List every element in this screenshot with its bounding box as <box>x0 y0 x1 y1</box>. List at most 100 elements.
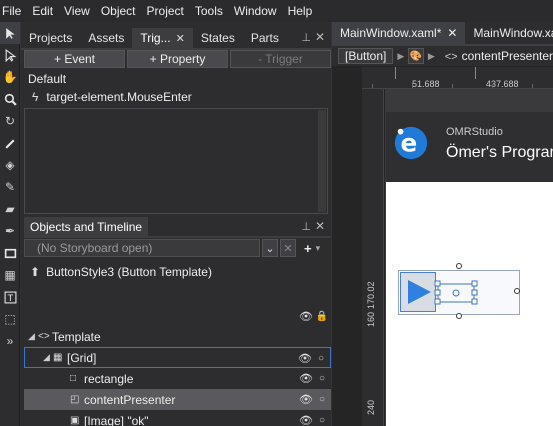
trigger-list: Default ϟ target-element.MouseEnter <box>24 70 331 105</box>
brush-icon[interactable]: ▰ <box>0 198 20 220</box>
more-icon[interactable]: » <box>0 330 20 352</box>
gradient-icon[interactable]: ✎ <box>0 176 20 198</box>
design-surface-window[interactable]: e OMRStudio Ömer's Program <box>386 112 553 426</box>
breadcrumb-button[interactable]: [Button] <box>338 48 394 64</box>
tree-row-label: contentPresenter <box>84 392 176 407</box>
close-icon[interactable]: ✕ <box>315 219 325 233</box>
pan-icon[interactable]: ✋ <box>0 66 20 88</box>
tab-parts[interactable]: Parts <box>243 28 287 48</box>
left-panel: Projects Assets Trig... ✕ States Parts ⊥ … <box>21 22 331 426</box>
tab-projects[interactable]: Projects <box>21 28 80 48</box>
menu-edit[interactable]: Edit <box>28 4 60 18</box>
style-brush-icon[interactable]: 🎨 <box>408 48 424 64</box>
lock-toggle-icon[interactable]: ○ <box>313 373 331 384</box>
trigger-item[interactable]: ϟ target-element.MouseEnter <box>24 88 331 106</box>
content-presenter-selection[interactable] <box>434 280 478 306</box>
trigger-detail-pane <box>24 108 328 214</box>
scope-up-icon[interactable]: ⬆ <box>30 265 40 279</box>
storyboard-row: (No Storyboard open) ⌄ ✕ + ▾ <box>24 238 331 258</box>
tree-row-contentpresenter[interactable]: ◰ contentPresenter 👁 ○ <box>24 389 331 410</box>
text-icon[interactable]: T <box>0 286 20 308</box>
ruler-label: 160 <box>366 311 376 327</box>
vertical-ruler: 170.02 160 240 <box>362 89 384 426</box>
tab-mainwindow-xaml[interactable]: MainWindow.xaml* ✕ <box>332 22 466 44</box>
storyboard-select[interactable]: (No Storyboard open) <box>24 239 260 257</box>
pin-icon[interactable]: ⊥ <box>301 31 311 44</box>
expand-arrow-icon[interactable]: ◢ <box>43 352 53 363</box>
eye-icon[interactable]: 👁 <box>299 310 313 323</box>
close-icon[interactable]: ✕ <box>315 30 325 44</box>
tab-mainwindow-xaml-cs[interactable]: MainWindow.xam <box>465 22 553 44</box>
lock-toggle-icon[interactable]: ○ <box>313 394 331 405</box>
rectangle-icon: □ <box>70 373 77 384</box>
template-scope-row[interactable]: ⬆ ButtonStyle3 (Button Template) <box>24 262 331 282</box>
eye-icon[interactable]: 👁 <box>299 414 313 426</box>
menu-tools[interactable]: Tools <box>191 4 230 18</box>
template-scope-icons: 👁 🔒 <box>24 306 331 326</box>
trigger-default-label[interactable]: Default <box>24 70 331 88</box>
tab-triggers[interactable]: Trig... ✕ <box>132 28 193 48</box>
code-icon: <> <box>444 51 458 63</box>
menu-window[interactable]: Window <box>230 4 284 18</box>
tree-row-rectangle[interactable]: □ rectangle 👁 ○ <box>24 368 331 389</box>
selection-icon[interactable] <box>0 22 20 44</box>
menu-project[interactable]: Project <box>143 4 191 18</box>
resize-handle-right[interactable] <box>514 288 520 294</box>
assets-icon[interactable]: ⬚ <box>0 308 20 330</box>
lightning-icon: ϟ <box>32 90 39 104</box>
close-storyboard-icon[interactable]: ✕ <box>280 239 296 257</box>
close-icon[interactable]: ✕ <box>176 32 185 45</box>
paint-bucket-icon[interactable]: ◈ <box>0 154 20 176</box>
trigger-item-label: target-element.MouseEnter <box>46 90 192 104</box>
content-presenter-icon: ◰ <box>70 394 80 405</box>
menu-view[interactable]: View <box>60 4 97 18</box>
pin-icon[interactable]: ⊥ <box>301 220 311 233</box>
ruler-label: 240 <box>366 399 376 415</box>
ruler-label: 51.688 <box>412 79 440 89</box>
chevron-right-icon: ▶ <box>397 50 405 61</box>
tree-row-image[interactable]: ▣ [Image] "ok" 👁 ○ <box>24 410 331 426</box>
direct-selection-icon[interactable] <box>0 44 20 66</box>
close-icon[interactable]: ✕ <box>447 26 457 40</box>
breadcrumb: [Button] ▶ 🎨 ▶ <> contentPresenter <box>332 46 553 66</box>
expand-arrow-icon[interactable]: ◢ <box>28 331 38 342</box>
chevron-down-icon[interactable]: ⌄ <box>262 239 278 257</box>
document-area: MainWindow.xaml*✕ MainWindow.xam [Button… <box>332 22 553 426</box>
menu-help[interactable]: Help <box>284 4 320 18</box>
tree-row-grid[interactable]: ◢ ▦ [Grid] 👁 ○ <box>24 347 331 368</box>
eye-icon[interactable]: 👁 <box>298 352 312 365</box>
lock-toggle-icon[interactable]: ○ <box>312 353 330 364</box>
grid-icon: ▦ <box>53 352 63 363</box>
menu-object[interactable]: Object <box>97 4 143 18</box>
eye-icon[interactable]: 👁 <box>299 393 313 406</box>
tab-states[interactable]: States <box>193 28 243 48</box>
lock-toggle-icon[interactable]: ○ <box>313 415 331 426</box>
remove-trigger-button[interactable]: - Trigger <box>230 50 331 68</box>
add-property-button[interactable]: + Property <box>127 50 228 68</box>
resize-handle-bottom[interactable] <box>456 313 462 319</box>
tab-assets[interactable]: Assets <box>80 28 132 48</box>
lock-icon[interactable]: 🔒 <box>313 311 331 322</box>
camera-orbit-icon[interactable]: ↻ <box>0 110 20 132</box>
objects-timeline-tab[interactable]: Objects and Timeline <box>24 217 149 237</box>
eyedropper-icon[interactable] <box>0 132 20 154</box>
image-icon: ▣ <box>70 415 80 426</box>
document-tabs: MainWindow.xaml*✕ MainWindow.xam <box>332 22 553 44</box>
breadcrumb-current[interactable]: <> contentPresenter <box>445 49 553 63</box>
play-icon[interactable] <box>400 272 436 312</box>
pen-icon[interactable]: ✒ <box>0 220 20 242</box>
dropdown-arrow-icon[interactable]: ▾ <box>316 243 321 254</box>
scrollbar[interactable] <box>318 110 326 212</box>
object-tree: ◢ <> Template ◢ ▦ [Grid] 👁 ○ □ rectangle … <box>24 326 331 426</box>
add-storyboard-icon[interactable]: + <box>304 241 312 256</box>
grid-icon[interactable]: ▦ <box>0 264 20 286</box>
eye-icon[interactable]: 👁 <box>299 372 313 385</box>
tree-row-template[interactable]: ◢ <> Template <box>24 326 331 347</box>
rectangle-icon[interactable] <box>0 242 20 264</box>
menu-bar: File Edit View Object Project Tools Wind… <box>0 0 553 22</box>
omrstudio-logo-icon: e <box>394 126 428 160</box>
menu-file[interactable]: File <box>0 4 28 18</box>
add-event-button[interactable]: + Event <box>24 50 125 68</box>
zoom-icon[interactable] <box>0 88 20 110</box>
resize-handle-top[interactable] <box>456 263 462 269</box>
